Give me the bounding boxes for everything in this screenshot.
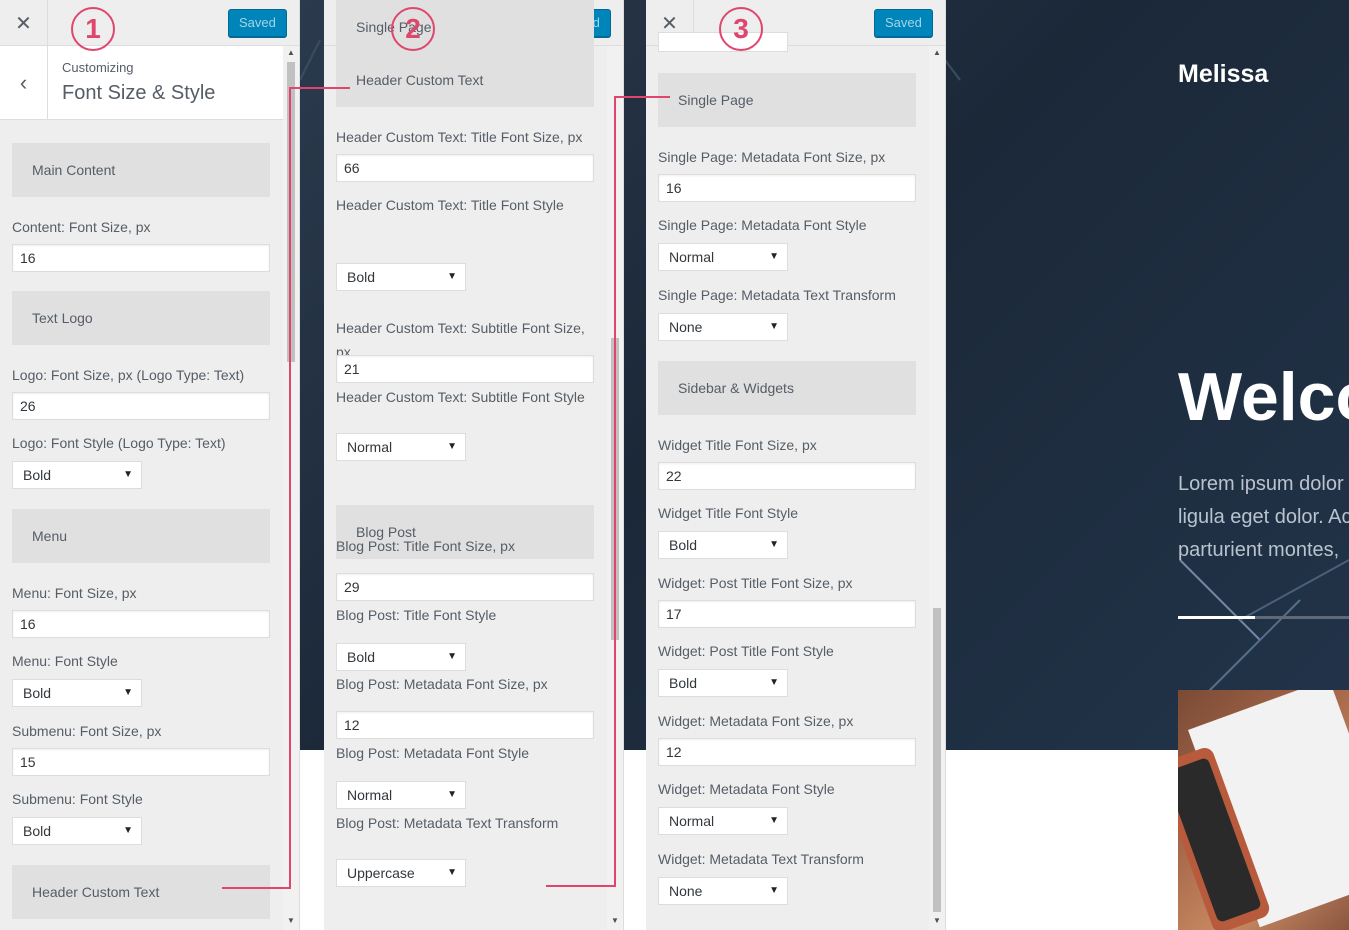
connector-line-1 bbox=[222, 87, 350, 889]
annotation-connectors bbox=[222, 87, 670, 889]
connector-line-2 bbox=[546, 96, 670, 887]
